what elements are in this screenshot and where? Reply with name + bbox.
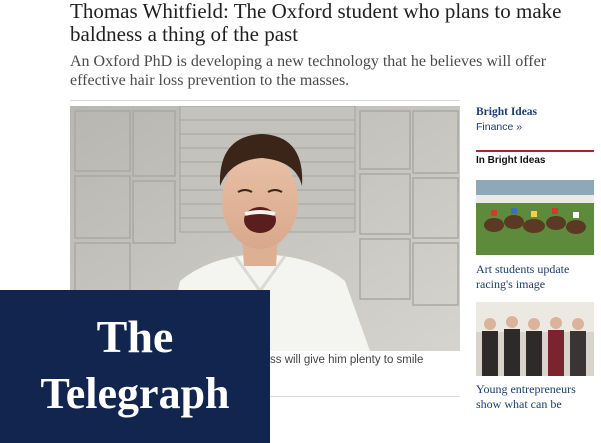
horse-racing-image bbox=[476, 180, 594, 255]
telegraph-wordmark: The Telegraph bbox=[40, 311, 229, 418]
sidebar-finance-link[interactable]: Finance » bbox=[476, 121, 522, 133]
group-photo-image bbox=[476, 302, 594, 376]
racing-thumbnail[interactable] bbox=[476, 180, 594, 255]
sidebar-section-heading: In Bright Ideas bbox=[476, 155, 546, 166]
sidebar-item-entrepreneurs[interactable]: Young entrepreneurs show what can be bbox=[476, 382, 596, 412]
entrepreneurs-thumbnail[interactable] bbox=[476, 302, 594, 376]
telegraph-logo: The Telegraph bbox=[0, 290, 270, 443]
logo-line-telegraph: Telegraph bbox=[40, 369, 229, 418]
photo-caption-text: ss will give him plenty to smile bbox=[270, 354, 424, 366]
sidebar-red-rule bbox=[476, 150, 594, 152]
logo-line-the: The bbox=[97, 311, 174, 362]
article-standfirst: An Oxford PhD is developing a new techno… bbox=[70, 53, 547, 89]
sidebar-title[interactable]: Bright Ideas bbox=[476, 106, 537, 118]
divider bbox=[70, 100, 460, 101]
article-headline: Thomas Whitfield: The Oxford student who… bbox=[70, 0, 562, 46]
sidebar-item-racing[interactable]: Art students update racing's image bbox=[476, 262, 596, 292]
